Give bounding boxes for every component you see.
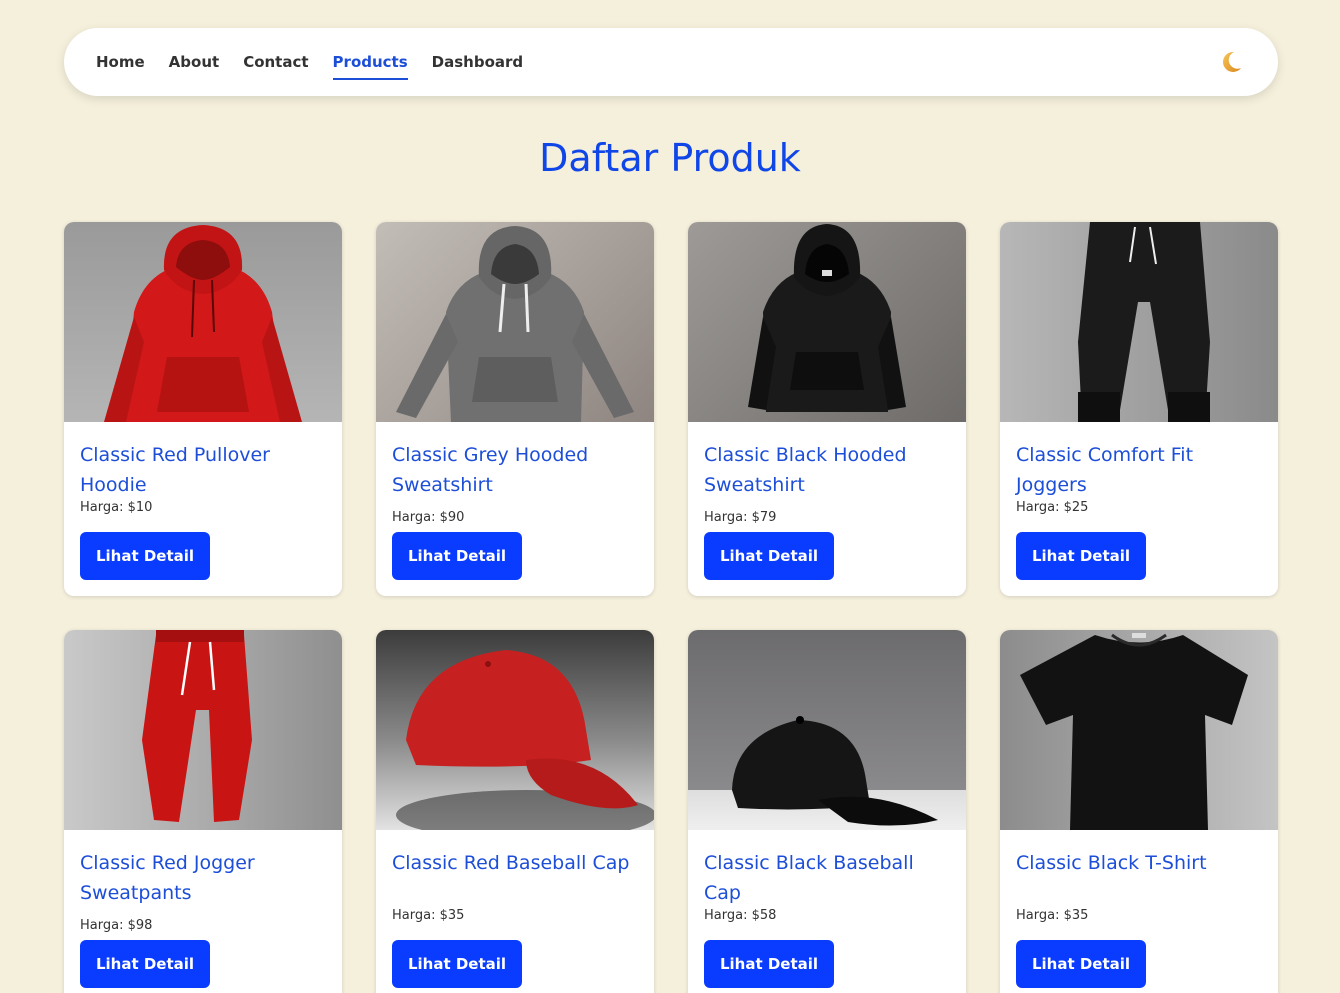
product-card: Classic Red Pullover Hoodie Harga: $10 L… (64, 222, 342, 596)
nav-products-link[interactable]: Products (332, 50, 408, 80)
product-card: Classic Black T-Shirt Harga: $35 Lihat D… (1000, 630, 1278, 993)
black-hoodie-image (688, 222, 966, 422)
detail-button[interactable]: Lihat Detail (1016, 940, 1146, 988)
black-tshirt-image (1000, 630, 1278, 830)
moon-icon (1223, 51, 1241, 72)
product-price: Harga: $79 (704, 510, 777, 525)
product-price: Harga: $98 (80, 918, 153, 933)
product-card: Classic Comfort Fit Joggers Harga: $25 L… (1000, 222, 1278, 596)
product-price: Harga: $58 (704, 908, 777, 923)
product-price: Harga: $25 (1016, 500, 1089, 515)
product-card: Classic Black Baseball Cap Harga: $58 Li… (688, 630, 966, 993)
product-price: Harga: $35 (392, 908, 465, 923)
black-cap-image (688, 630, 966, 830)
theme-toggle-button[interactable] (1216, 47, 1246, 77)
grey-hoodie-image (376, 222, 654, 422)
nav-links: Home About Contact Products Dashboard (96, 50, 523, 80)
product-title[interactable]: Classic Comfort Fit Joggers (1016, 440, 1262, 500)
product-title[interactable]: Classic Red Baseball Cap (392, 848, 638, 908)
navbar: Home About Contact Products Dashboard (64, 28, 1278, 96)
product-card: Classic Red Jogger Sweatpants Harga: $98… (64, 630, 342, 993)
product-title[interactable]: Classic Black Hooded Sweatshirt (704, 440, 950, 500)
product-title[interactable]: Classic Red Pullover Hoodie (80, 440, 326, 500)
detail-button[interactable]: Lihat Detail (1016, 532, 1146, 580)
nav-about-link[interactable]: About (169, 50, 220, 74)
product-title[interactable]: Classic Black T-Shirt (1016, 848, 1262, 908)
red-joggers-image (64, 630, 342, 830)
product-title[interactable]: Classic Grey Hooded Sweatshirt (392, 440, 638, 500)
product-title[interactable]: Classic Black Baseball Cap (704, 848, 950, 908)
nav-dashboard-link[interactable]: Dashboard (432, 50, 523, 74)
product-title[interactable]: Classic Red Jogger Sweatpants (80, 848, 326, 908)
detail-button[interactable]: Lihat Detail (80, 940, 210, 988)
product-price: Harga: $35 (1016, 908, 1089, 923)
nav-home-link[interactable]: Home (96, 50, 145, 74)
nav-contact-link[interactable]: Contact (243, 50, 308, 74)
product-price: Harga: $10 (80, 500, 153, 515)
product-card: Classic Black Hooded Sweatshirt Harga: $… (688, 222, 966, 596)
detail-button[interactable]: Lihat Detail (392, 532, 522, 580)
detail-button[interactable]: Lihat Detail (704, 940, 834, 988)
detail-button[interactable]: Lihat Detail (704, 532, 834, 580)
black-joggers-image (1000, 222, 1278, 422)
detail-button[interactable]: Lihat Detail (80, 532, 210, 580)
product-card: Classic Red Baseball Cap Harga: $35 Liha… (376, 630, 654, 993)
red-cap-image (376, 630, 654, 830)
page-title: Daftar Produk (539, 136, 801, 180)
red-hoodie-image (64, 222, 342, 422)
product-card: Classic Grey Hooded Sweatshirt Harga: $9… (376, 222, 654, 596)
product-price: Harga: $90 (392, 510, 465, 525)
detail-button[interactable]: Lihat Detail (392, 940, 522, 988)
